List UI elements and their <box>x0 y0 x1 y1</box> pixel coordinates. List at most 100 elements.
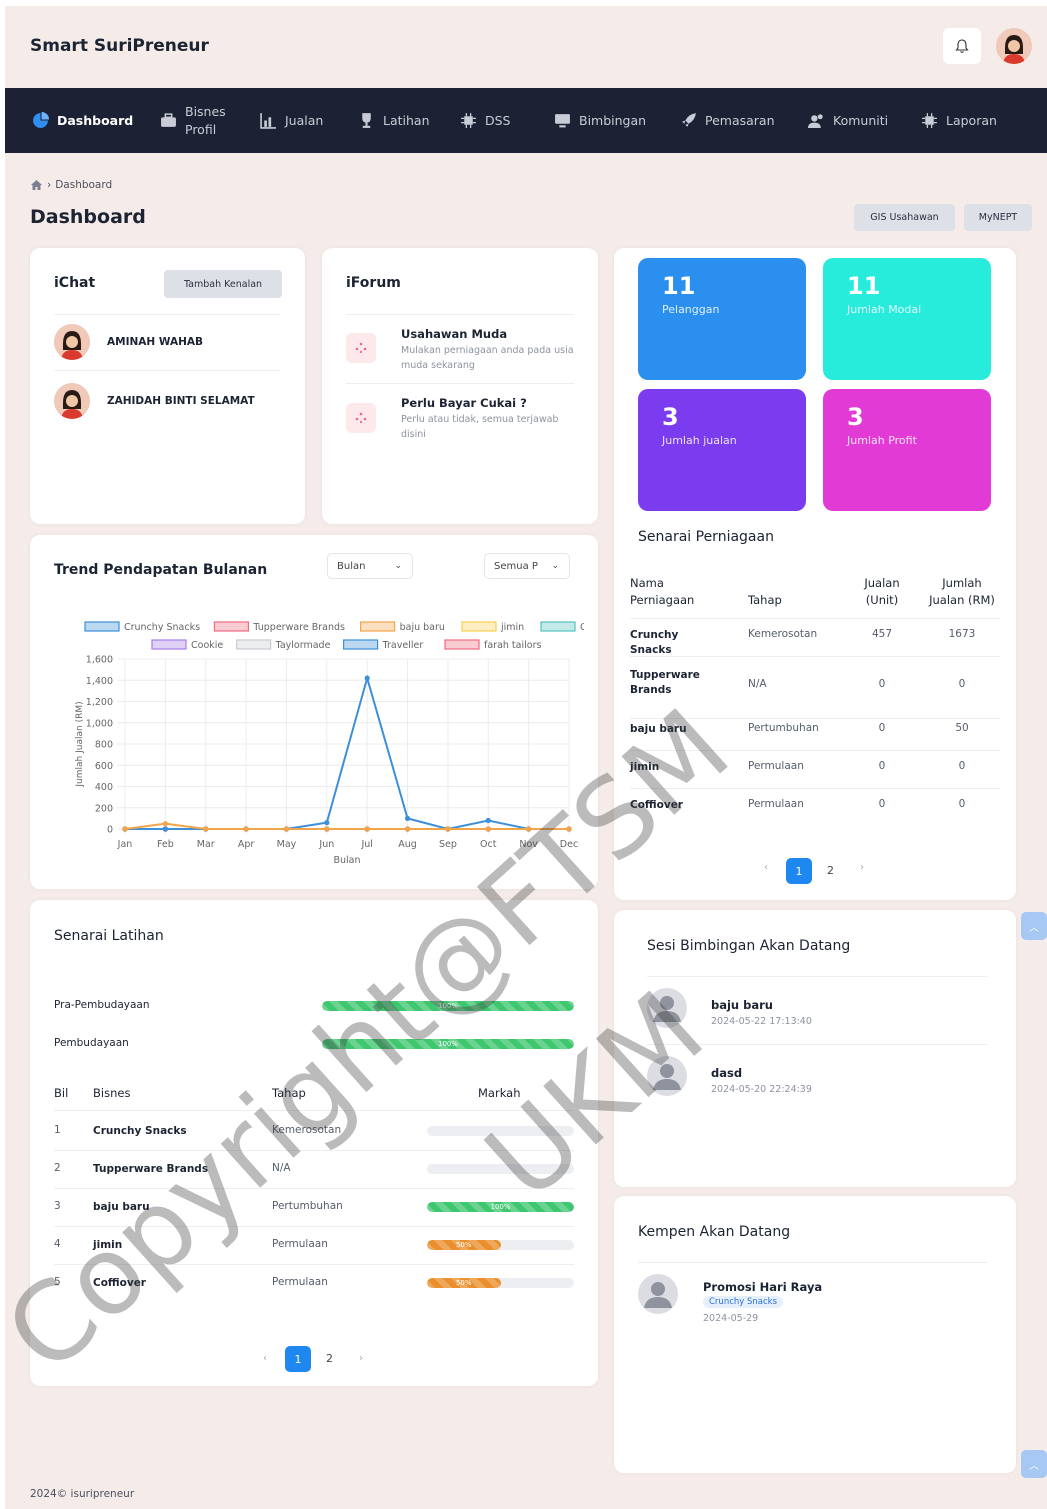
divider <box>647 1044 987 1045</box>
period-select[interactable]: Bulan ⌄ <box>327 553 413 579</box>
stat-jumlah-modal[interactable]: 11 Jumlah Modal <box>823 258 991 380</box>
business-revenue: 0 <box>958 760 966 772</box>
bell-icon <box>955 39 969 53</box>
divider <box>647 976 987 977</box>
breadcrumb: › Dashboard <box>30 179 112 191</box>
nav-label: Jualan <box>285 113 324 128</box>
pagination-prev[interactable]: ‹ <box>764 862 768 873</box>
divider <box>54 1110 574 1111</box>
contact-name[interactable]: ZAHIDAH BINTI SELAMAT <box>107 395 255 407</box>
business-stage: N/A <box>272 1162 291 1174</box>
legend-label: baju baru <box>400 622 445 633</box>
campaign-name[interactable]: Promosi Hari Raya <box>703 1280 822 1294</box>
x-tick-label: Jul <box>360 839 372 850</box>
nav-label: Bisnes Profil <box>185 103 226 137</box>
business-units: 0 <box>878 678 886 690</box>
y-tick-label: 200 <box>95 803 113 814</box>
breadcrumb-current: Dashboard <box>55 179 113 191</box>
legend-label: Tupperware Brands <box>252 622 345 633</box>
nav-label: Pemasaran <box>705 113 775 128</box>
column-header: Nama Perniagaan <box>630 576 695 607</box>
forum-post-title[interactable]: Usahawan Muda <box>401 327 507 341</box>
nav-label: Laporan <box>946 113 997 128</box>
row-number: 1 <box>54 1124 61 1136</box>
stat-label: Jumlah Profit <box>847 434 917 447</box>
tambah-kenalan-button[interactable]: Tambah Kenalan <box>164 270 282 298</box>
iforum-card: iForum Usahawan Muda Mulakan perniagaan … <box>322 248 598 524</box>
senarai-perniagaan-title: Senarai Perniagaan <box>638 529 774 545</box>
nav-laporan[interactable]: Laporan <box>921 88 997 153</box>
divider <box>346 314 574 315</box>
x-tick-label: Jan <box>117 839 133 850</box>
stat-jumlah-profit[interactable]: 3 Jumlah Profit <box>823 389 991 511</box>
stat-pelanggan[interactable]: 11 Pelanggan <box>638 258 806 380</box>
pagination-next[interactable]: › <box>860 862 864 873</box>
y-tick-label: 1,200 <box>86 697 113 708</box>
business-name: Coffiover <box>93 1277 146 1289</box>
legend-label: Taylormade <box>275 640 331 651</box>
business-name: Coffiover <box>630 799 683 811</box>
business-name: Crunchy Snacks <box>630 629 679 656</box>
dashboard-icon <box>33 112 49 128</box>
briefcase-icon <box>161 113 176 127</box>
legend-swatch <box>343 639 379 650</box>
nav-komuniti[interactable]: Komuniti <box>808 88 888 153</box>
x-tick-label: Mar <box>197 839 215 850</box>
score-bar: 50% <box>427 1278 574 1288</box>
data-point <box>324 826 330 832</box>
data-point <box>404 815 411 821</box>
business-stage: Kemerosotan <box>748 628 818 640</box>
contact-name[interactable]: AMINAH WAHAB <box>107 336 203 348</box>
column-header: Markah <box>478 1086 521 1100</box>
divider <box>54 1150 574 1151</box>
session-date: 2024-05-22 17:13:40 <box>711 1016 812 1027</box>
pagination-prev[interactable]: ‹ <box>263 1353 267 1364</box>
users-icon <box>808 114 823 128</box>
business-revenue: 0 <box>958 678 966 690</box>
nav-latihan[interactable]: Latihan <box>358 88 430 153</box>
mynept-button[interactable]: MyNEPT <box>964 204 1032 231</box>
nav-pemasaran[interactable]: Pemasaran <box>680 88 775 153</box>
scroll-up-button[interactable]: ︿ <box>1021 912 1047 940</box>
user-avatar[interactable] <box>996 28 1032 64</box>
forum-post-icon <box>346 403 376 433</box>
session-name[interactable]: baju baru <box>711 998 773 1012</box>
pagination-page[interactable]: 2 <box>827 864 834 877</box>
legend-swatch <box>360 621 396 632</box>
latihan-title: Senarai Latihan <box>54 928 164 944</box>
nav-dss[interactable]: DSS <box>460 88 511 153</box>
pagination-page[interactable]: 1 <box>285 1346 311 1372</box>
breadcrumb-separator: › <box>47 179 52 191</box>
business-name: baju baru <box>93 1201 150 1213</box>
nav-dashboard[interactable]: Dashboard <box>32 88 133 153</box>
session-name[interactable]: dasd <box>711 1066 742 1080</box>
scroll-up-button[interactable]: ︿ <box>1021 1450 1047 1478</box>
page-background: Smart SuriPreneur Dashboard Bisnes Profi… <box>0 6 1047 1509</box>
notification-button[interactable] <box>943 28 981 64</box>
nav-jualan[interactable]: Jualan <box>260 88 323 153</box>
business-select[interactable]: Semua P ⌄ <box>484 553 570 579</box>
progress-fill: 100% <box>322 1001 574 1011</box>
pagination-page[interactable]: 2 <box>326 1352 333 1365</box>
data-point <box>364 675 370 681</box>
trend-chart: Crunchy Snacks Tupperware Brands baju baru… <box>75 621 584 866</box>
forum-post-title[interactable]: Perlu Bayar Cukai ? <box>401 396 527 410</box>
latihan-card: Senarai Latihan Pra-Pembudayaan 100% Pem… <box>30 900 598 1386</box>
divider <box>630 718 1000 719</box>
stat-jumlah-jualan[interactable]: 3 Jumlah jualan <box>638 389 806 511</box>
kempen-card: Kempen Akan Datang Promosi Hari Raya Cru… <box>614 1196 1016 1473</box>
row-number: 3 <box>54 1200 61 1212</box>
x-tick-label: Sep <box>439 839 457 850</box>
nav-bimbingan[interactable]: Bimbingan <box>554 88 646 153</box>
divider <box>54 314 281 315</box>
y-tick-label: 400 <box>95 782 113 793</box>
pagination-page[interactable]: 1 <box>786 858 812 884</box>
nav-bisnes-profil[interactable]: Bisnes Profil <box>160 88 227 153</box>
progress-label: Pra-Pembudayaan <box>54 999 150 1011</box>
legend-swatch <box>84 621 120 632</box>
pagination-next[interactable]: › <box>359 1353 363 1364</box>
y-tick-label: 1,400 <box>86 676 113 687</box>
home-icon[interactable] <box>30 179 43 191</box>
gis-usahawan-button[interactable]: GIS Usahawan <box>854 204 955 231</box>
legend-swatch <box>236 639 272 650</box>
